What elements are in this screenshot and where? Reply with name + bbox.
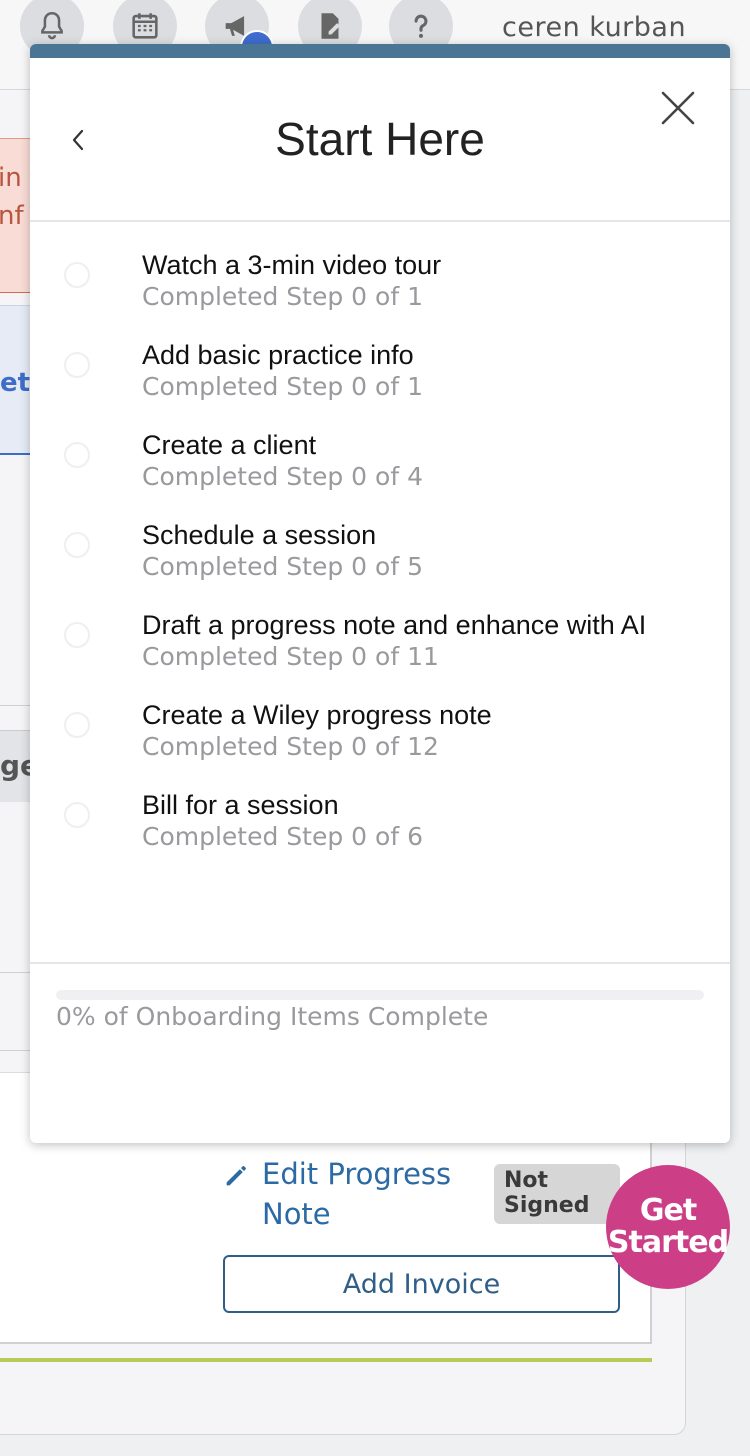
step-status: Completed Step 0 of 1 bbox=[142, 282, 423, 311]
step-title: Schedule a session bbox=[142, 520, 377, 550]
onboarding-step[interactable]: Schedule a session Completed Step 0 of 5 bbox=[30, 520, 730, 610]
progress-label: 0% of Onboarding Items Complete bbox=[56, 1002, 489, 1031]
info-panel-text: et bbox=[0, 368, 31, 398]
alert-text-line: nf bbox=[0, 201, 24, 231]
step-status: Completed Step 0 of 4 bbox=[142, 462, 423, 491]
step-radio[interactable] bbox=[64, 622, 90, 648]
get-started-label-line: Started bbox=[607, 1225, 729, 1260]
accent-divider bbox=[0, 1358, 652, 1362]
onboarding-step[interactable]: Bill for a session Completed Step 0 of 6 bbox=[30, 790, 730, 880]
alert-text-line: in bbox=[0, 163, 22, 193]
add-invoice-button[interactable]: Add Invoice bbox=[223, 1255, 620, 1313]
modal-footer-divider bbox=[30, 962, 730, 964]
close-button[interactable] bbox=[658, 88, 698, 128]
step-status: Completed Step 0 of 6 bbox=[142, 822, 423, 851]
step-title: Watch a 3-min video tour bbox=[142, 250, 442, 280]
close-icon bbox=[661, 91, 695, 125]
onboarding-step[interactable]: Add basic practice info Completed Step 0… bbox=[30, 340, 730, 430]
step-radio[interactable] bbox=[64, 802, 90, 828]
onboarding-step[interactable]: Create a client Completed Step 0 of 4 bbox=[30, 430, 730, 520]
user-name[interactable]: ceren kurban bbox=[502, 12, 686, 43]
get-started-button[interactable]: Get Started bbox=[606, 1165, 730, 1289]
modal-title: Start Here bbox=[275, 113, 485, 165]
onboarding-step[interactable]: Create a Wiley progress note Completed S… bbox=[30, 700, 730, 790]
status-badge: Not Signed bbox=[494, 1164, 620, 1224]
step-status: Completed Step 0 of 11 bbox=[142, 642, 439, 671]
modal-header-divider bbox=[30, 220, 730, 222]
onboarding-progress-bar bbox=[56, 990, 704, 1000]
onboarding-step[interactable]: Draft a progress note and enhance with A… bbox=[30, 610, 730, 700]
step-title: Bill for a session bbox=[142, 790, 339, 820]
modal-accent-bar bbox=[30, 44, 730, 58]
step-status: Completed Step 0 of 12 bbox=[142, 732, 439, 761]
pencil-icon bbox=[226, 1166, 246, 1186]
step-title: Create a client bbox=[142, 430, 317, 460]
get-started-label-line: Get bbox=[639, 1193, 697, 1228]
onboarding-step[interactable]: Watch a 3-min video tour Completed Step … bbox=[30, 250, 730, 340]
step-radio[interactable] bbox=[64, 262, 90, 288]
onboarding-modal: Start Here Watch a 3-min video tour Comp… bbox=[30, 44, 730, 1143]
step-radio[interactable] bbox=[64, 442, 90, 468]
step-status: Completed Step 0 of 1 bbox=[142, 372, 423, 401]
edit-progress-note-label: Edit Progress Note bbox=[262, 1157, 452, 1231]
step-radio[interactable] bbox=[64, 352, 90, 378]
step-title: Draft a progress note and enhance with A… bbox=[142, 610, 647, 640]
step-title: Create a Wiley progress note bbox=[142, 700, 492, 730]
step-status: Completed Step 0 of 5 bbox=[142, 552, 423, 581]
step-radio[interactable] bbox=[64, 532, 90, 558]
step-title: Add basic practice info bbox=[142, 340, 414, 370]
edit-progress-note-link[interactable]: Edit Progress Note bbox=[222, 1154, 462, 1234]
step-radio[interactable] bbox=[64, 712, 90, 738]
